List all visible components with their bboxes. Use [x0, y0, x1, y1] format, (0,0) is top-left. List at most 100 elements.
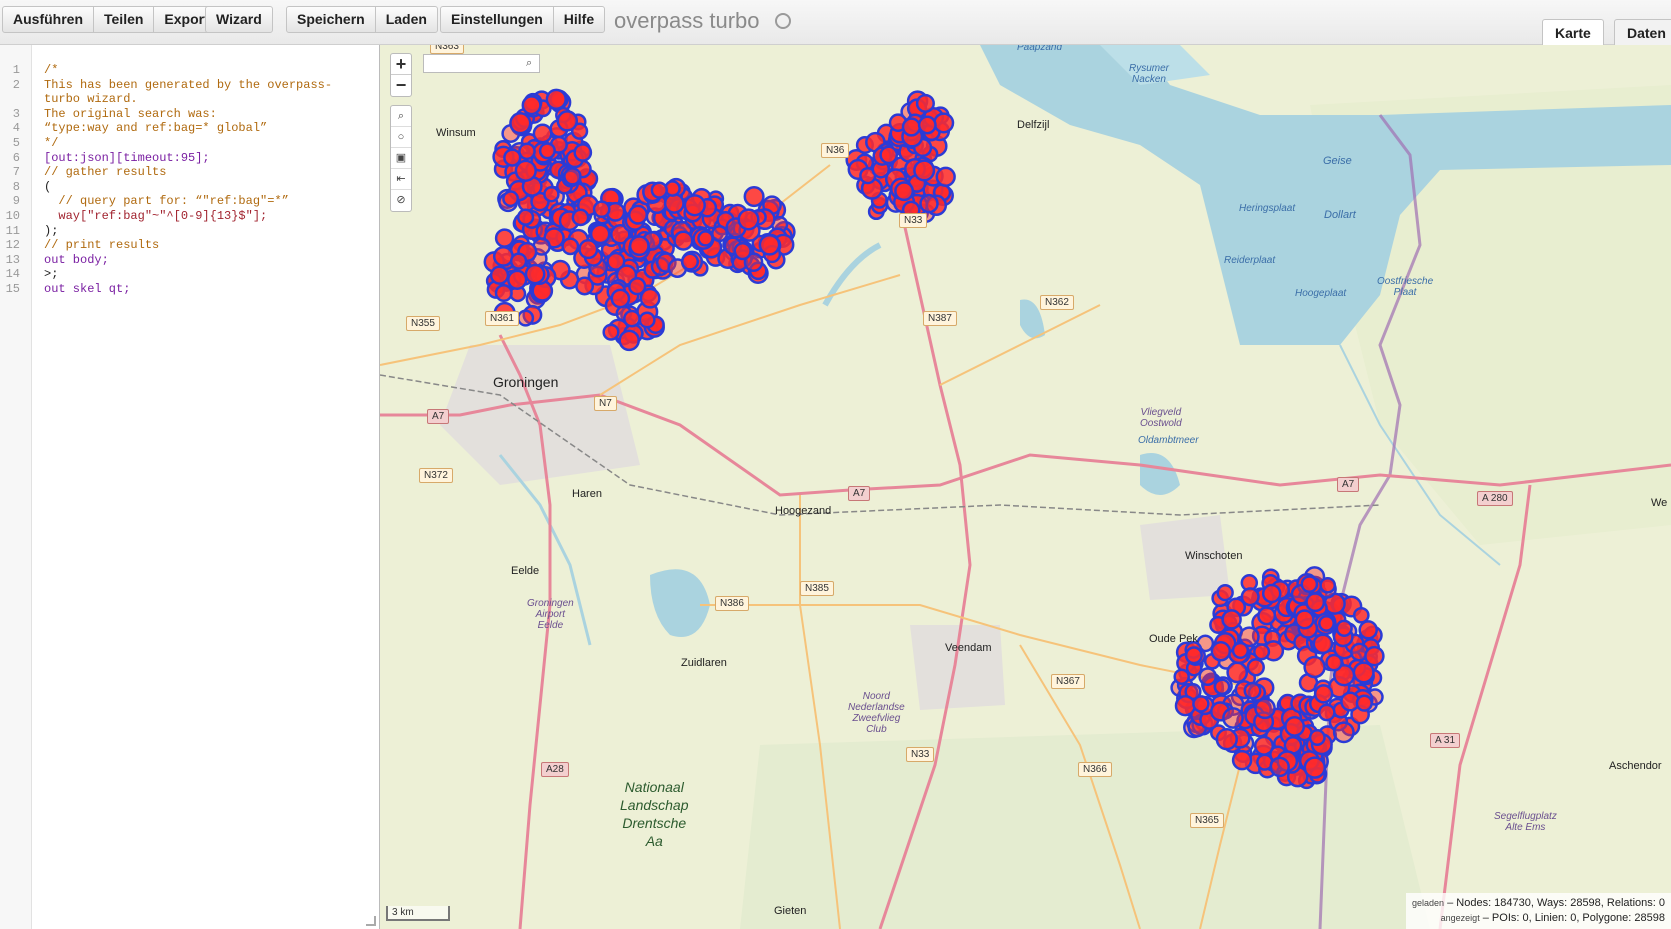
code-line[interactable]: turbo wizard.	[0, 92, 380, 108]
building-marker[interactable]	[1231, 641, 1250, 660]
search-icon[interactable]: ⌕	[526, 57, 532, 70]
building-marker[interactable]	[1352, 606, 1370, 624]
building-marker[interactable]	[1174, 695, 1197, 717]
building-marker[interactable]	[494, 283, 513, 303]
hide-data-icon[interactable]: ⊘	[391, 190, 411, 211]
building-marker[interactable]	[1213, 678, 1231, 696]
building-marker[interactable]	[1294, 609, 1315, 630]
code-line[interactable]: 15 out skel qt;	[0, 282, 380, 298]
run-button[interactable]: Ausführen	[3, 7, 94, 32]
building-marker[interactable]	[697, 230, 714, 247]
code-line[interactable]: 4 “type:way and ref:bag=* global”	[0, 121, 380, 137]
code-line[interactable]: 7 // gather results	[0, 165, 380, 181]
map-canvas[interactable]	[380, 45, 1671, 929]
building-marker[interactable]	[758, 233, 781, 256]
building-marker[interactable]	[1308, 729, 1326, 746]
building-marker[interactable]	[894, 181, 915, 202]
building-marker[interactable]	[1355, 694, 1373, 712]
building-marker[interactable]	[502, 190, 520, 208]
tab-map[interactable]: Karte	[1542, 19, 1604, 45]
code-line[interactable]: 14 >;	[0, 267, 380, 283]
building-marker[interactable]	[623, 309, 641, 328]
building-marker[interactable]	[573, 143, 593, 162]
building-marker[interactable]	[915, 93, 935, 113]
code-line[interactable]: 3 The original search was:	[0, 107, 380, 123]
building-marker[interactable]	[545, 88, 567, 110]
building-marker[interactable]	[556, 110, 579, 132]
building-marker[interactable]	[563, 167, 582, 186]
building-marker[interactable]	[1226, 661, 1249, 684]
building-marker[interactable]	[571, 208, 590, 227]
building-marker[interactable]	[1243, 681, 1262, 700]
locate-icon[interactable]: ○	[391, 127, 411, 148]
code-line[interactable]: 6 [out:json][timeout:95];	[0, 151, 380, 167]
building-marker[interactable]	[1216, 583, 1234, 602]
building-marker[interactable]	[1318, 614, 1335, 632]
code-line[interactable]: 5 */	[0, 136, 380, 152]
building-marker[interactable]	[1254, 697, 1276, 720]
building-marker[interactable]	[673, 230, 694, 251]
code-line[interactable]: 8(	[0, 180, 380, 196]
building-marker[interactable]	[1300, 575, 1319, 593]
building-marker[interactable]	[1313, 684, 1334, 704]
building-marker[interactable]	[575, 276, 595, 296]
building-marker[interactable]	[901, 117, 922, 137]
building-marker[interactable]	[602, 323, 620, 341]
map-search-input[interactable]	[423, 54, 540, 73]
building-marker[interactable]	[1221, 609, 1242, 630]
settings-button[interactable]: Einstellungen	[441, 7, 554, 32]
building-marker[interactable]	[589, 223, 611, 245]
building-marker[interactable]	[628, 235, 650, 257]
building-marker[interactable]	[933, 112, 955, 134]
building-marker[interactable]	[743, 186, 765, 208]
zoom-out-button[interactable]: −	[391, 75, 411, 96]
building-marker[interactable]	[561, 237, 580, 256]
building-marker[interactable]	[1231, 749, 1253, 771]
building-marker[interactable]	[935, 166, 956, 187]
building-marker[interactable]	[1261, 583, 1282, 604]
building-marker[interactable]	[1335, 619, 1353, 637]
building-marker[interactable]	[618, 329, 640, 352]
building-marker[interactable]	[913, 159, 936, 182]
building-marker[interactable]	[1246, 658, 1265, 677]
building-marker[interactable]	[917, 115, 937, 135]
building-marker[interactable]	[1215, 728, 1238, 751]
building-marker[interactable]	[516, 208, 535, 226]
code-line[interactable]: 9 // query part for: “"ref:bag"=*”	[0, 194, 380, 210]
building-marker[interactable]	[518, 142, 536, 161]
share-button[interactable]: Teilen	[94, 7, 155, 32]
building-marker[interactable]	[711, 225, 729, 243]
building-marker[interactable]	[639, 287, 661, 309]
code-line[interactable]: 11);	[0, 224, 380, 240]
building-marker[interactable]	[532, 123, 553, 144]
building-marker[interactable]	[1173, 668, 1190, 685]
zoom-to-data-icon[interactable]: ⌕	[391, 106, 411, 127]
building-marker[interactable]	[680, 252, 700, 271]
building-marker[interactable]	[1257, 606, 1277, 626]
building-marker[interactable]	[1319, 576, 1337, 594]
building-marker[interactable]	[524, 263, 546, 285]
building-marker[interactable]	[610, 288, 631, 309]
code-line[interactable]: 12 // print results	[0, 238, 380, 254]
building-marker[interactable]	[489, 265, 510, 285]
building-marker[interactable]	[1332, 721, 1355, 744]
building-marker[interactable]	[1284, 715, 1306, 737]
building-marker[interactable]	[733, 241, 752, 261]
building-marker[interactable]	[1312, 633, 1334, 655]
building-marker[interactable]	[1184, 646, 1203, 665]
building-marker[interactable]	[879, 145, 899, 165]
building-marker[interactable]	[1210, 640, 1232, 662]
building-marker[interactable]	[1198, 667, 1218, 686]
code-line[interactable]: 10 way["ref:bag"~"^[0-9]{13}$"];	[0, 209, 380, 225]
building-marker[interactable]	[683, 194, 706, 217]
building-marker[interactable]	[638, 311, 656, 329]
building-marker[interactable]	[592, 200, 611, 219]
building-marker[interactable]	[492, 245, 514, 267]
load-button[interactable]: Laden	[376, 7, 437, 32]
code-line[interactable]: 2 This has been generated by the overpass…	[0, 78, 380, 94]
toggle-editor-icon[interactable]: ⇤	[391, 169, 411, 190]
building-marker[interactable]	[1303, 756, 1327, 779]
building-marker[interactable]	[1303, 655, 1326, 679]
building-marker[interactable]	[1305, 592, 1326, 613]
code-line[interactable]: 13 out body;	[0, 253, 380, 269]
